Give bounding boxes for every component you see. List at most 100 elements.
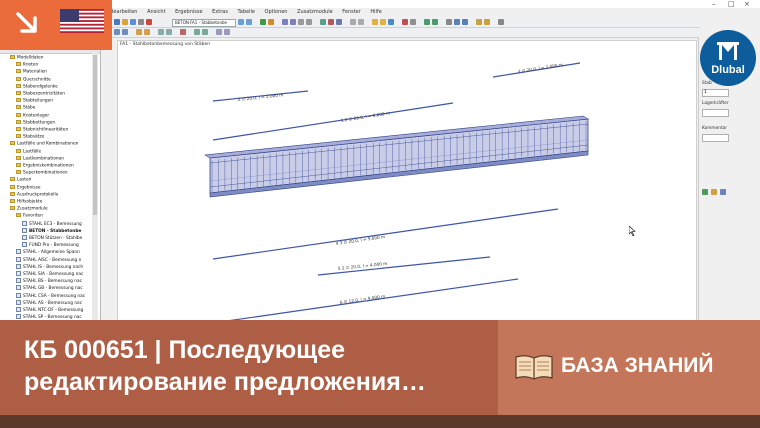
menu-tools[interactable]: Extras xyxy=(212,9,228,15)
menu-view[interactable]: Ansicht xyxy=(147,9,165,15)
tree-item[interactable]: Ergebnisse xyxy=(10,184,41,191)
scrollbar-thumb[interactable] xyxy=(93,55,97,215)
menu-results[interactable]: Ergebnisse xyxy=(175,9,202,15)
tree-item[interactable]: STAHL CSA - Bemessung nac xyxy=(16,292,85,299)
tree-item[interactable]: Stäbe xyxy=(16,105,35,111)
tree-item[interactable]: Stabexzentrizitäten xyxy=(16,91,65,97)
member-number-field[interactable]: 1 xyxy=(702,89,729,97)
tree-item[interactable]: Stabnichtlinearitäten xyxy=(16,127,68,133)
tree-item[interactable]: STAHL AS - Bemessung nac xyxy=(16,299,82,306)
tree-item[interactable]: BETON Stützen - Stahlbe xyxy=(22,235,82,241)
load-case-dropdown[interactable]: BETON FA1 - Stabbetonbe xyxy=(172,19,236,27)
menu-window[interactable]: Fenster xyxy=(342,9,361,15)
minimize-button[interactable]: – xyxy=(712,0,716,8)
tree-item[interactable]: Querschnitte xyxy=(16,76,51,83)
tree-item[interactable]: Knotenlager xyxy=(16,112,49,119)
load-icon[interactable] xyxy=(402,19,408,25)
select-icon[interactable] xyxy=(114,29,120,35)
tree-item[interactable]: Ergebniskombinationen xyxy=(16,163,74,169)
view-icon[interactable] xyxy=(282,19,288,25)
print-icon[interactable] xyxy=(138,19,144,25)
open-file-icon[interactable] xyxy=(122,19,128,25)
tree-item[interactable]: Lastfälle xyxy=(16,148,41,155)
color-icon[interactable] xyxy=(484,19,490,25)
model-viewport[interactable]: FA1 - Stahlbetonbemessung von Stäben 2 ∅ xyxy=(117,40,697,325)
tree-item[interactable]: STAHL BS - Bemessung nac xyxy=(16,278,82,284)
rotate-object-icon[interactable] xyxy=(224,29,230,35)
edit-design-icon[interactable] xyxy=(711,189,717,195)
zoom-icon[interactable] xyxy=(290,19,296,25)
tree-item[interactable]: STAHL SIA - Bemessung nac xyxy=(16,271,83,277)
render-icon[interactable] xyxy=(320,19,326,25)
camera-icon[interactable] xyxy=(454,19,460,25)
settings-icon[interactable] xyxy=(446,19,452,25)
tree-item[interactable]: Knoten xyxy=(16,62,38,68)
dimension-icon[interactable] xyxy=(410,19,416,25)
menu-options[interactable]: Optionen xyxy=(265,9,288,15)
copy-icon[interactable] xyxy=(158,29,164,35)
member-icon[interactable] xyxy=(372,19,378,25)
rotate-icon[interactable] xyxy=(306,19,312,25)
export-design-icon[interactable] xyxy=(720,189,726,195)
tree-item[interactable]: Stabbettungen xyxy=(16,119,55,126)
divide-icon[interactable] xyxy=(194,29,200,35)
grid-icon[interactable] xyxy=(350,19,356,25)
menu-edit[interactable]: Bearbeiten xyxy=(110,9,137,15)
tree-item[interactable]: Stabendgelenke xyxy=(16,83,58,90)
tree-item[interactable]: Superkombinationen xyxy=(16,170,68,176)
support-icon[interactable] xyxy=(388,19,394,25)
tree-item[interactable]: STAHL - Allgemeine Spann xyxy=(16,249,80,255)
delete-icon[interactable] xyxy=(180,29,186,35)
node-icon[interactable] xyxy=(380,19,386,25)
next-icon[interactable] xyxy=(246,19,252,25)
connect-icon[interactable] xyxy=(202,29,208,35)
tree-item[interactable]: Stabsätze xyxy=(16,134,44,140)
tree-item[interactable]: STAHL AISC - Bemessung n xyxy=(16,256,81,263)
menu-help[interactable]: Hilfe xyxy=(370,9,381,15)
tree-item[interactable]: Lasten xyxy=(10,177,31,183)
check-design-icon[interactable] xyxy=(702,189,708,195)
save-icon[interactable] xyxy=(130,19,136,25)
menu-addons[interactable]: Zusatzmodule xyxy=(297,9,333,15)
tree-item[interactable]: Lastkombinationen xyxy=(16,155,64,162)
tree-item[interactable]: Lastfälle und Kombinationen xyxy=(10,141,78,147)
tree-item[interactable]: Favoriten xyxy=(16,213,43,219)
results-icon[interactable] xyxy=(268,19,274,25)
tree-item[interactable]: Modelldaten xyxy=(10,55,44,61)
check-icon[interactable] xyxy=(424,19,430,25)
move-icon[interactable] xyxy=(166,29,172,35)
close-button[interactable]: × xyxy=(744,0,750,8)
tree-item[interactable]: Hilfsobjekte xyxy=(10,199,42,205)
tree-item[interactable]: FUND Pro - Bemessung xyxy=(22,242,79,248)
previous-icon[interactable] xyxy=(238,19,244,25)
undo-icon[interactable] xyxy=(146,19,152,25)
pan-icon[interactable] xyxy=(298,19,304,25)
section-icon[interactable] xyxy=(328,19,334,25)
polyline-icon[interactable] xyxy=(144,29,150,35)
snap-icon[interactable] xyxy=(358,19,364,25)
window-select-icon[interactable] xyxy=(122,29,128,35)
video-icon[interactable] xyxy=(462,19,468,25)
tree-item[interactable]: Materialien xyxy=(16,69,47,75)
line-icon[interactable] xyxy=(136,29,142,35)
tree-item[interactable]: BETON - Stabbetonbe xyxy=(22,227,81,234)
tree-item[interactable]: Zusatzmodule xyxy=(10,206,48,212)
comment-field[interactable] xyxy=(702,134,729,142)
calculate-icon[interactable] xyxy=(260,19,266,25)
maximize-button[interactable]: □ xyxy=(728,0,735,8)
display-icon[interactable] xyxy=(336,19,342,25)
table-icon[interactable] xyxy=(432,19,438,25)
menu-table[interactable]: Tabelle xyxy=(238,9,255,15)
support-forces-field[interactable] xyxy=(702,109,729,117)
info-icon[interactable] xyxy=(498,19,504,25)
mirror-icon[interactable] xyxy=(216,29,222,35)
navigator-scrollbar[interactable] xyxy=(92,53,98,325)
tree-item[interactable]: STAHL EC3 - Bemessung xyxy=(22,220,82,227)
tree-item[interactable]: STAHL IS - Bemessung nach xyxy=(16,263,83,270)
tree-item[interactable]: STAHL GB - Bemessung nac xyxy=(16,285,83,291)
tree-item[interactable]: Ausdruckprotokolle xyxy=(10,191,58,198)
filter-icon[interactable] xyxy=(476,19,482,25)
tree-item[interactable]: STAHL NTC-DF - Bemessung xyxy=(16,307,83,313)
new-file-icon[interactable] xyxy=(114,19,120,25)
tree-item[interactable]: Stabteilungen xyxy=(16,98,53,104)
